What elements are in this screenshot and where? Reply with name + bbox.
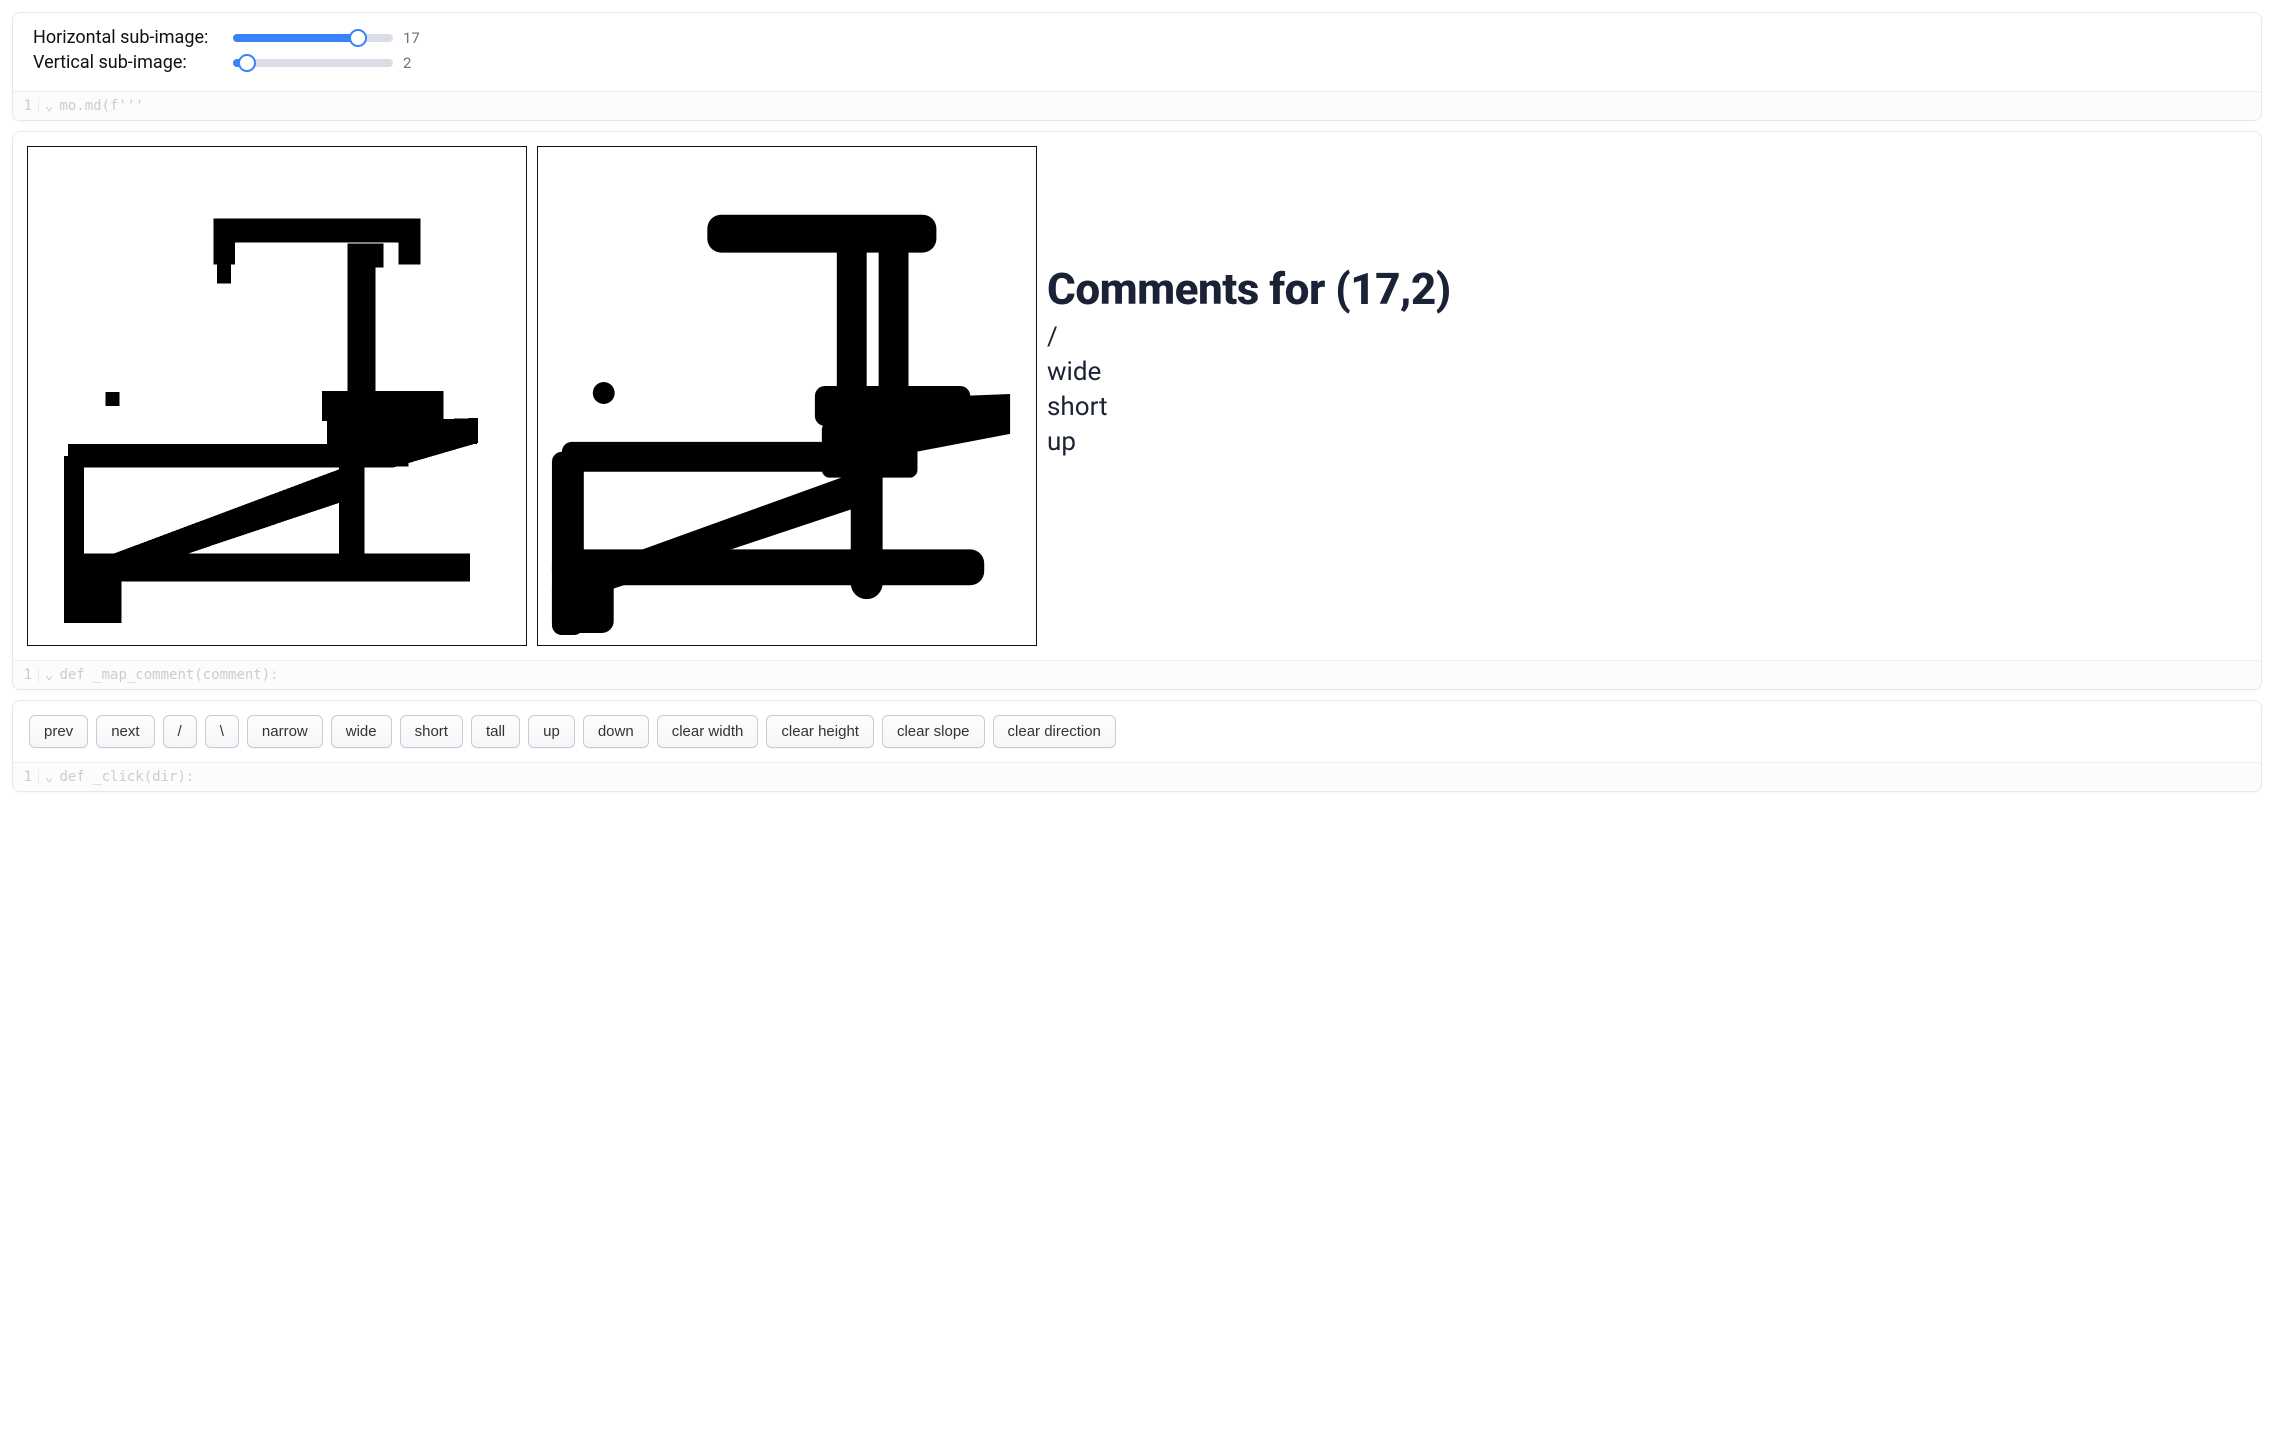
slider-row-vertical: Vertical sub-image: 2 bbox=[33, 52, 2241, 73]
comment-line: short bbox=[1047, 390, 1451, 425]
slider-thumb[interactable] bbox=[349, 29, 367, 47]
up-button[interactable]: up bbox=[528, 715, 575, 748]
tall-button[interactable]: tall bbox=[471, 715, 520, 748]
image-right bbox=[537, 146, 1037, 646]
slider-value-vertical: 2 bbox=[403, 54, 433, 72]
glyph-left-svg bbox=[28, 147, 526, 645]
code-text: def _click(dir): bbox=[59, 769, 194, 785]
backslash-button[interactable]: \ bbox=[205, 715, 239, 748]
code-fold-caret-icon[interactable]: ⌄ bbox=[45, 769, 53, 785]
clear-width-button[interactable]: clear width bbox=[657, 715, 759, 748]
slash-button[interactable]: / bbox=[163, 715, 197, 748]
slider-row-horizontal: Horizontal sub-image: 17 bbox=[33, 27, 2241, 48]
code-lineno: 1 bbox=[23, 769, 39, 785]
button-row: prev next / \ narrow wide short tall up … bbox=[13, 701, 2261, 762]
code-lineno: 1 bbox=[23, 667, 39, 683]
image-left bbox=[27, 146, 527, 646]
comment-line: / bbox=[1047, 320, 1451, 355]
wide-button[interactable]: wide bbox=[331, 715, 392, 748]
code-strip-1[interactable]: 1 ⌄ mo.md(f''' bbox=[13, 91, 2261, 120]
sliders-body: Horizontal sub-image: 17 Vertical sub-im… bbox=[13, 13, 2261, 91]
code-strip-3[interactable]: 1 ⌄ def _click(dir): bbox=[13, 762, 2261, 791]
code-text: mo.md(f''' bbox=[59, 98, 143, 114]
short-button[interactable]: short bbox=[400, 715, 463, 748]
clear-slope-button[interactable]: clear slope bbox=[882, 715, 985, 748]
code-text: def _map_comment(comment): bbox=[59, 667, 278, 683]
clear-height-button[interactable]: clear height bbox=[766, 715, 874, 748]
slider-label-horizontal: Horizontal sub-image: bbox=[33, 27, 223, 48]
code-fold-caret-icon[interactable]: ⌄ bbox=[45, 98, 53, 114]
cell-buttons: prev next / \ narrow wide short tall up … bbox=[12, 700, 2262, 792]
narrow-button[interactable]: narrow bbox=[247, 715, 323, 748]
comment-line: wide bbox=[1047, 355, 1451, 390]
down-button[interactable]: down bbox=[583, 715, 649, 748]
glyph-right-svg bbox=[538, 147, 1036, 645]
comments-title: Comments for (17,2) bbox=[1047, 266, 1451, 312]
code-lineno: 1 bbox=[23, 98, 39, 114]
image-row: Comments for (17,2) / wide short up bbox=[13, 132, 2261, 660]
slider-vertical[interactable] bbox=[233, 59, 393, 67]
comments-column: Comments for (17,2) / wide short up bbox=[1047, 146, 1451, 461]
code-strip-2[interactable]: 1 ⌄ def _map_comment(comment): bbox=[13, 660, 2261, 689]
prev-button[interactable]: prev bbox=[29, 715, 88, 748]
slider-thumb[interactable] bbox=[238, 54, 256, 72]
slider-label-vertical: Vertical sub-image: bbox=[33, 52, 223, 73]
clear-direction-button[interactable]: clear direction bbox=[993, 715, 1116, 748]
slider-value-horizontal: 17 bbox=[403, 29, 433, 47]
code-fold-caret-icon[interactable]: ⌄ bbox=[45, 667, 53, 683]
cell-images: Comments for (17,2) / wide short up 1 ⌄ … bbox=[12, 131, 2262, 690]
comment-line: up bbox=[1047, 425, 1451, 460]
slider-horizontal[interactable] bbox=[233, 34, 393, 42]
slider-fill bbox=[233, 34, 358, 42]
cell-sliders: Horizontal sub-image: 17 Vertical sub-im… bbox=[12, 12, 2262, 121]
next-button[interactable]: next bbox=[96, 715, 154, 748]
